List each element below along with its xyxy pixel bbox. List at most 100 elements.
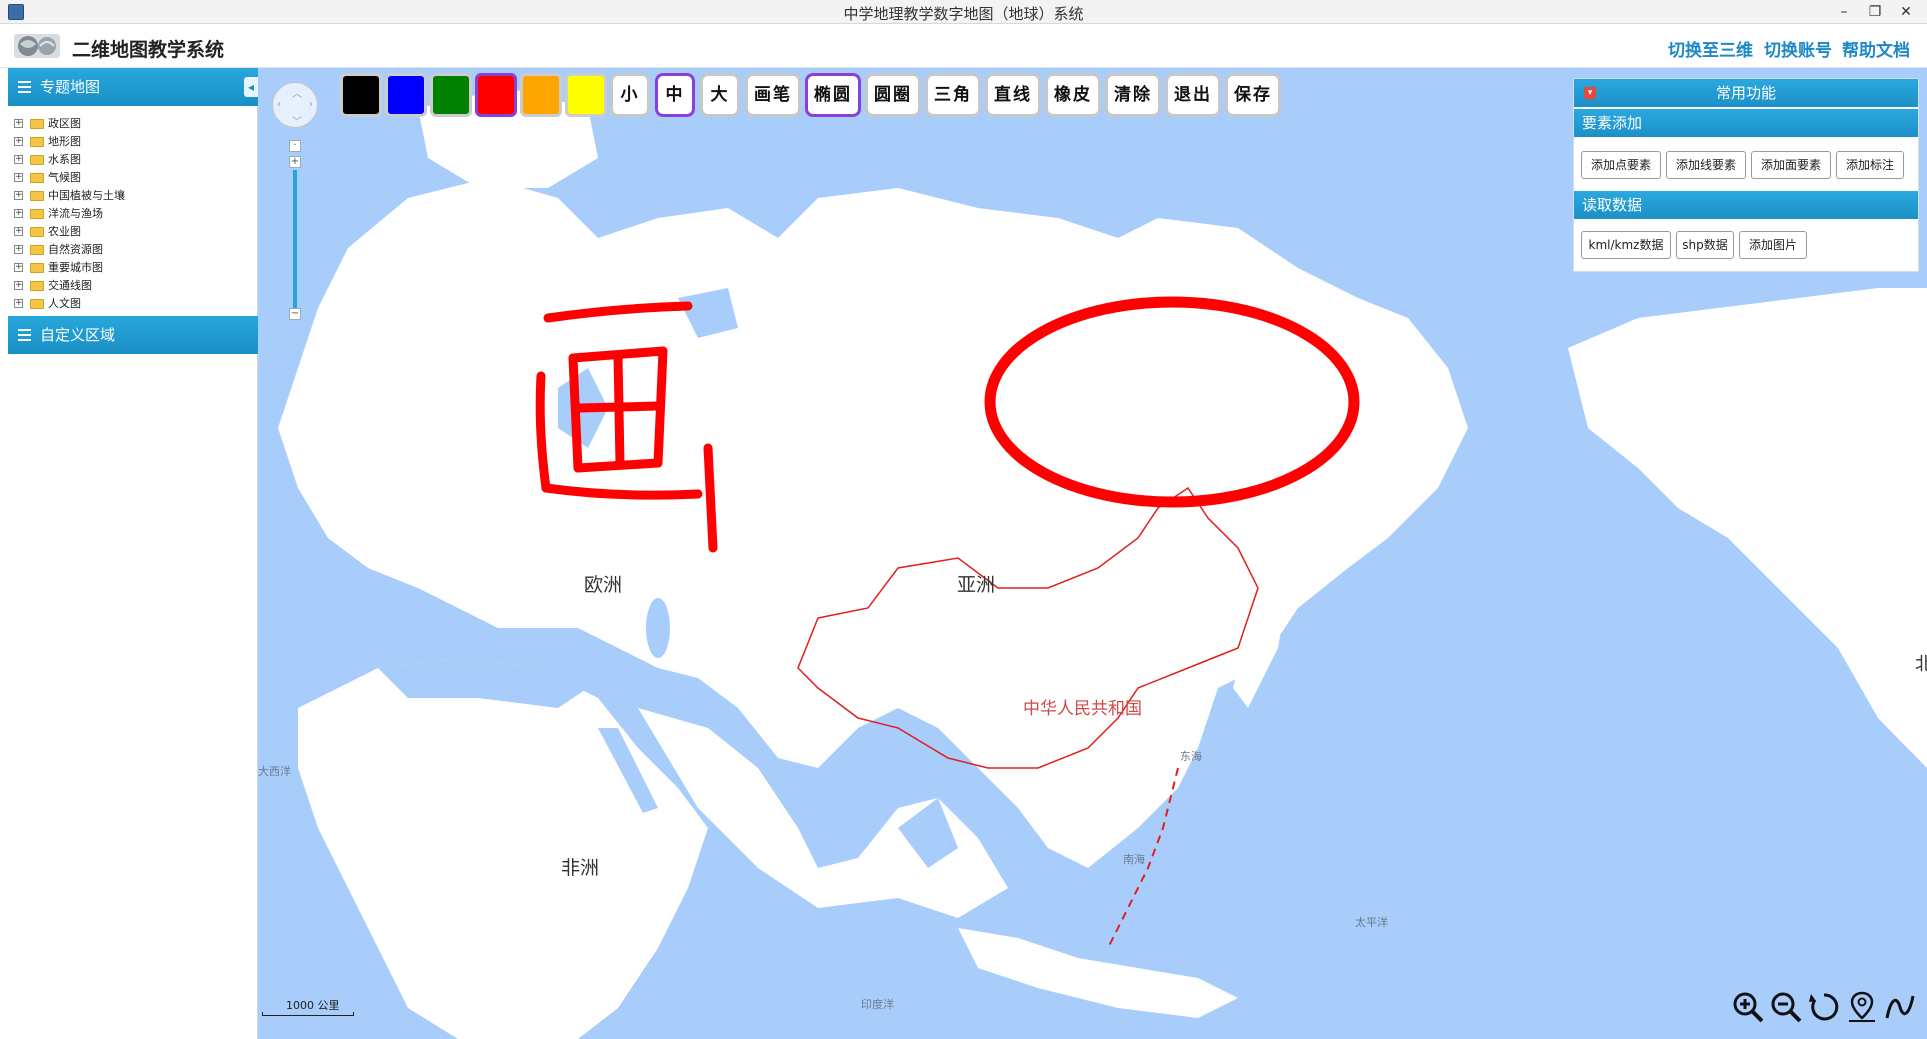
- label-pacific: 太平洋: [1355, 916, 1388, 929]
- switch-account-link[interactable]: 切换账号: [1764, 36, 1832, 61]
- scale-bar: 1000 公里: [262, 997, 354, 1017]
- pan-down-icon[interactable]: ﹀: [292, 113, 302, 128]
- expand-plus-icon[interactable]: +: [14, 299, 23, 308]
- color-swatch[interactable]: [385, 73, 427, 117]
- size-button[interactable]: 小: [610, 73, 650, 117]
- draw-tool-button[interactable]: 三角: [925, 73, 981, 117]
- add-line-button[interactable]: 添加线要素: [1666, 151, 1746, 179]
- expand-plus-icon[interactable]: +: [14, 209, 23, 218]
- refresh-icon[interactable]: [1807, 990, 1841, 1024]
- folder-icon: [30, 281, 44, 291]
- color-swatch[interactable]: [565, 73, 607, 117]
- zoom-in-icon[interactable]: [1731, 990, 1765, 1024]
- shp-data-button[interactable]: shp数据: [1676, 231, 1734, 259]
- minimize-button[interactable]: –: [1829, 2, 1859, 22]
- tree-item-label: 自然资源图: [48, 243, 103, 256]
- tree-item[interactable]: + 地形图: [14, 133, 125, 151]
- label-europe: 欧洲: [584, 574, 623, 596]
- restore-button[interactable]: ❐: [1860, 2, 1890, 22]
- draw-tool-button[interactable]: 橡皮: [1045, 73, 1101, 117]
- scale-label: 1000 公里: [286, 999, 340, 1012]
- tree-item-label: 政区图: [48, 117, 81, 130]
- tree-item[interactable]: + 中国植被与土壤: [14, 187, 125, 205]
- expand-plus-icon[interactable]: +: [14, 281, 23, 290]
- collapse-dropdown-icon[interactable]: ▾: [1584, 87, 1596, 99]
- expand-plus-icon[interactable]: +: [14, 227, 23, 236]
- tree-item[interactable]: + 洋流与渔场: [14, 205, 125, 223]
- draw-tool-button[interactable]: 退出: [1165, 73, 1221, 117]
- tree-item-label: 气候图: [48, 171, 81, 184]
- draw-tool-button[interactable]: 清除: [1105, 73, 1161, 117]
- draw-tool-button[interactable]: 椭圆: [805, 73, 861, 117]
- folder-icon: [30, 191, 44, 201]
- expand-plus-icon[interactable]: +: [14, 263, 23, 272]
- app-name: 二维地图教学系统: [72, 39, 225, 61]
- zoom-plus-icon[interactable]: +: [289, 156, 301, 168]
- label-south-sea: 南海: [1123, 853, 1145, 866]
- common-functions-label: 常用功能: [1715, 84, 1776, 102]
- zoom-minus-icon[interactable]: −: [289, 308, 301, 320]
- folder-icon: [30, 227, 44, 237]
- zoom-track[interactable]: [293, 170, 297, 310]
- label-north-america-partial: 北: [1915, 654, 1927, 675]
- zoom-slider[interactable]: · + −: [289, 140, 301, 330]
- thematic-tree: + 政区图 + 地形图 + 水系图 + 气候图 + 中国植被与土壤 + 洋流与渔场 + 农业图 + 自然资源图…: [14, 115, 125, 313]
- expand-plus-icon[interactable]: +: [14, 119, 23, 128]
- add-image-button[interactable]: 添加图片: [1739, 231, 1807, 259]
- tree-item[interactable]: + 气候图: [14, 169, 125, 187]
- location-icon[interactable]: [1845, 990, 1879, 1024]
- custom-region-header[interactable]: 自定义区域: [8, 316, 258, 354]
- tree-item[interactable]: + 水系图: [14, 151, 125, 169]
- window-title: 中学地理教学数字地图（地球）系统: [843, 5, 1084, 23]
- close-button[interactable]: ✕: [1891, 2, 1921, 22]
- color-swatch[interactable]: [430, 73, 472, 117]
- expand-plus-icon[interactable]: +: [14, 173, 23, 182]
- pan-right-icon[interactable]: ›: [309, 99, 313, 110]
- sidebar: 专题地图 ◂ + 政区图 + 地形图 + 水系图 + 气候图 + 中国植被与土壤 + 洋流与渔场 + 农业…: [0, 68, 258, 1039]
- color-swatch[interactable]: [520, 73, 562, 117]
- draw-tool-button[interactable]: 直线: [985, 73, 1041, 117]
- help-docs-link[interactable]: 帮助文档: [1842, 36, 1910, 61]
- draw-tool-button[interactable]: 圆圈: [865, 73, 921, 117]
- folder-icon: [30, 245, 44, 255]
- expand-plus-icon[interactable]: +: [14, 191, 23, 200]
- pan-up-icon[interactable]: ︿: [292, 85, 302, 100]
- switch-3d-link[interactable]: 切换至三维: [1668, 36, 1753, 61]
- label-africa: 非洲: [561, 857, 600, 879]
- app-header: 二维地图教学系统 切换至三维 切换账号 帮助文档: [0, 24, 1927, 68]
- size-button[interactable]: 大: [700, 73, 740, 117]
- thematic-map-title: 专题地图: [40, 78, 101, 96]
- expand-plus-icon[interactable]: +: [14, 137, 23, 146]
- color-swatch[interactable]: [340, 73, 382, 117]
- kml-data-button[interactable]: kml/kmz数据: [1581, 231, 1671, 259]
- add-label-button[interactable]: 添加标注: [1836, 151, 1904, 179]
- read-data-section: 读取数据: [1574, 191, 1918, 219]
- tree-item[interactable]: + 自然资源图: [14, 241, 125, 259]
- draw-tool-button[interactable]: 保存: [1225, 73, 1281, 117]
- thematic-map-header[interactable]: 专题地图 ◂: [8, 68, 258, 106]
- label-atlantic: 大西洋: [258, 765, 291, 778]
- common-functions-title[interactable]: ▾ 常用功能: [1574, 79, 1918, 107]
- pan-left-icon[interactable]: ‹: [277, 99, 281, 110]
- size-button[interactable]: 中: [655, 73, 695, 117]
- tree-item[interactable]: + 政区图: [14, 115, 125, 133]
- label-asia: 亚洲: [957, 574, 996, 596]
- label-indian: 印度洋: [861, 998, 894, 1011]
- color-swatch[interactable]: [475, 73, 517, 117]
- tree-item[interactable]: + 农业图: [14, 223, 125, 241]
- expand-plus-icon[interactable]: +: [14, 245, 23, 254]
- zoom-out-icon[interactable]: [1769, 990, 1803, 1024]
- collapse-sidebar-icon[interactable]: ◂: [244, 77, 258, 97]
- curve-icon[interactable]: [1883, 990, 1917, 1024]
- tree-item[interactable]: + 人文图: [14, 295, 125, 313]
- add-point-button[interactable]: 添加点要素: [1581, 151, 1661, 179]
- expand-plus-icon[interactable]: +: [14, 155, 23, 164]
- zoom-home-icon[interactable]: ·: [289, 140, 301, 152]
- folder-icon: [30, 155, 44, 165]
- draw-tool-button[interactable]: 画笔: [745, 73, 801, 117]
- add-polygon-button[interactable]: 添加面要素: [1751, 151, 1831, 179]
- tree-item[interactable]: + 交通线图: [14, 277, 125, 295]
- tree-item[interactable]: + 重要城市图: [14, 259, 125, 277]
- tree-item-label: 地形图: [48, 135, 81, 148]
- pan-control[interactable]: ︿ ﹀ ‹ ›: [272, 82, 318, 128]
